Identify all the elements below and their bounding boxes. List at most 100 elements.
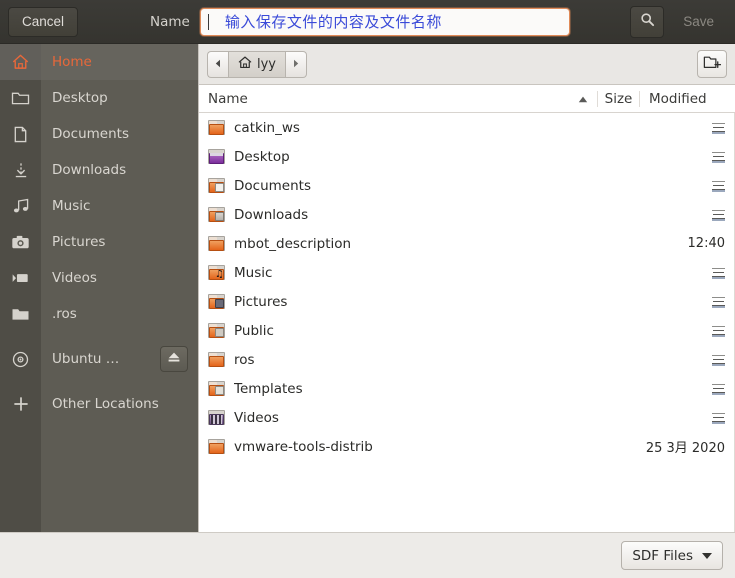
sidebar-item-label: Documents [52, 126, 129, 142]
table-row[interactable]: Downloads [199, 200, 735, 229]
sidebar-item-label: Downloads [52, 162, 127, 178]
sidebar-item-downloads[interactable]: Downloads [0, 152, 198, 188]
column-header-name-label: Name [208, 90, 248, 107]
missing-glyph-icon [712, 383, 725, 395]
missing-glyph-icon [712, 296, 725, 308]
sidebar-item-home[interactable]: Home [0, 44, 198, 80]
file-list[interactable]: catkin_ws Desktop Documents Downloads mbot_d… [199, 113, 735, 532]
table-row[interactable]: vmware-tools-distrib 25 3月 2020 [199, 432, 735, 461]
path-forward-button[interactable] [286, 50, 307, 78]
column-header-modified[interactable]: Modified [639, 90, 735, 107]
file-modified-cell [639, 296, 735, 308]
folder-icon [208, 439, 225, 454]
column-header-size[interactable]: Size [597, 90, 639, 107]
places-sidebar: Home Desktop Documents Downloads Music P… [0, 44, 198, 532]
text-caret [207, 13, 209, 30]
file-name-label: Downloads [234, 206, 309, 223]
sidebar-item-label: Music [52, 198, 91, 214]
new-folder-icon [703, 54, 722, 74]
breadcrumb-item-lyy[interactable]: lyy [228, 50, 286, 78]
table-row[interactable]: Pictures [199, 287, 735, 316]
footer-bar: SDF Files [0, 532, 735, 578]
missing-glyph-icon [712, 325, 725, 337]
table-row[interactable]: Videos [199, 403, 735, 432]
disc-icon [0, 341, 41, 377]
chevron-right-icon [292, 57, 300, 72]
document-icon [0, 116, 41, 152]
sidebar-item-other-locations[interactable]: Other Locations [0, 386, 198, 422]
folder-downloads-icon [208, 207, 225, 222]
file-modified-cell [639, 209, 735, 221]
sidebar-item-label: Ubuntu … [52, 351, 120, 367]
missing-glyph-icon [712, 180, 725, 192]
sidebar-item-ros[interactable]: .ros [0, 296, 198, 332]
sidebar-item-videos[interactable]: Videos [0, 260, 198, 296]
folder-icon [208, 120, 225, 135]
table-row[interactable]: ♫ Music [199, 258, 735, 287]
file-type-filter-dropdown[interactable]: SDF Files [621, 541, 723, 570]
file-modified-cell [639, 122, 735, 134]
missing-glyph-icon [712, 267, 725, 279]
file-modified-cell [639, 412, 735, 424]
chevron-left-icon [214, 57, 222, 72]
file-modified-cell [639, 354, 735, 366]
file-name-label: Documents [234, 177, 311, 194]
eject-button[interactable] [160, 346, 188, 372]
file-name-cell: Pictures [199, 294, 597, 310]
breadcrumb: lyy [207, 50, 307, 78]
path-back-button[interactable] [207, 50, 228, 78]
file-name-cell: Desktop [199, 149, 597, 165]
table-row[interactable]: ros [199, 345, 735, 374]
table-row[interactable]: Public [199, 316, 735, 345]
table-row[interactable]: catkin_ws [199, 113, 735, 142]
sidebar-item-pictures[interactable]: Pictures [0, 224, 198, 260]
column-header-name[interactable]: Name [199, 91, 597, 107]
folder-templates-icon [208, 381, 225, 396]
file-modified-cell [639, 180, 735, 192]
search-button[interactable] [630, 5, 665, 38]
file-name-cell: vmware-tools-distrib [199, 439, 597, 455]
missing-glyph-icon [712, 151, 725, 163]
sidebar-item-ubuntu-disc[interactable]: Ubuntu … [0, 341, 198, 377]
save-button[interactable]: Save [670, 7, 727, 36]
video-icon [0, 260, 41, 296]
file-name-cell: Downloads [199, 207, 597, 223]
file-modified-cell: 12:40 [687, 236, 725, 251]
table-row[interactable]: Templates [199, 374, 735, 403]
column-headers: Name Size Modified [199, 85, 735, 113]
plus-icon [0, 386, 41, 422]
file-name-label: Music [234, 264, 273, 281]
annotation-overlay-text: 输入保存文件的内容及文件名称 [224, 13, 442, 31]
sidebar-item-documents[interactable]: Documents [0, 116, 198, 152]
file-name-label: Desktop [234, 148, 290, 165]
file-browser-pane: lyy Name Size Modified catkin_ws Desktop… [198, 44, 735, 532]
file-name-label: catkin_ws [234, 119, 300, 136]
dialog-body: Home Desktop Documents Downloads Music P… [0, 44, 735, 532]
header-right-actions: Save [620, 5, 727, 38]
file-name-label: Public [234, 322, 274, 339]
sidebar-item-label: Home [52, 54, 92, 70]
filename-input[interactable]: 输入保存文件的内容及文件名称 [199, 7, 570, 36]
new-folder-button[interactable] [697, 50, 727, 78]
file-name-label: mbot_description [234, 235, 352, 252]
file-name-label: ros [234, 351, 255, 368]
folder-icon [0, 296, 41, 332]
missing-glyph-icon [712, 354, 725, 366]
sidebar-item-desktop[interactable]: Desktop [0, 80, 198, 116]
table-row[interactable]: mbot_description 12:40 [199, 229, 735, 258]
cancel-button[interactable]: Cancel [8, 6, 79, 37]
sidebar-item-label: Other Locations [52, 396, 159, 412]
file-type-filter-label: SDF Files [632, 547, 693, 564]
table-row[interactable]: Documents [199, 171, 735, 200]
camera-icon [0, 224, 41, 260]
file-name-cell: Public [199, 323, 597, 339]
table-row[interactable]: Desktop [199, 142, 735, 171]
file-name-cell: Templates [199, 381, 597, 397]
file-modified-cell: 25 3月 2020 [645, 441, 725, 456]
file-name-label: vmware-tools-distrib [234, 438, 373, 455]
home-icon [238, 56, 252, 73]
home-icon [0, 44, 41, 80]
folder-icon [208, 236, 225, 251]
missing-glyph-icon [712, 122, 725, 134]
sidebar-item-music[interactable]: Music [0, 188, 198, 224]
